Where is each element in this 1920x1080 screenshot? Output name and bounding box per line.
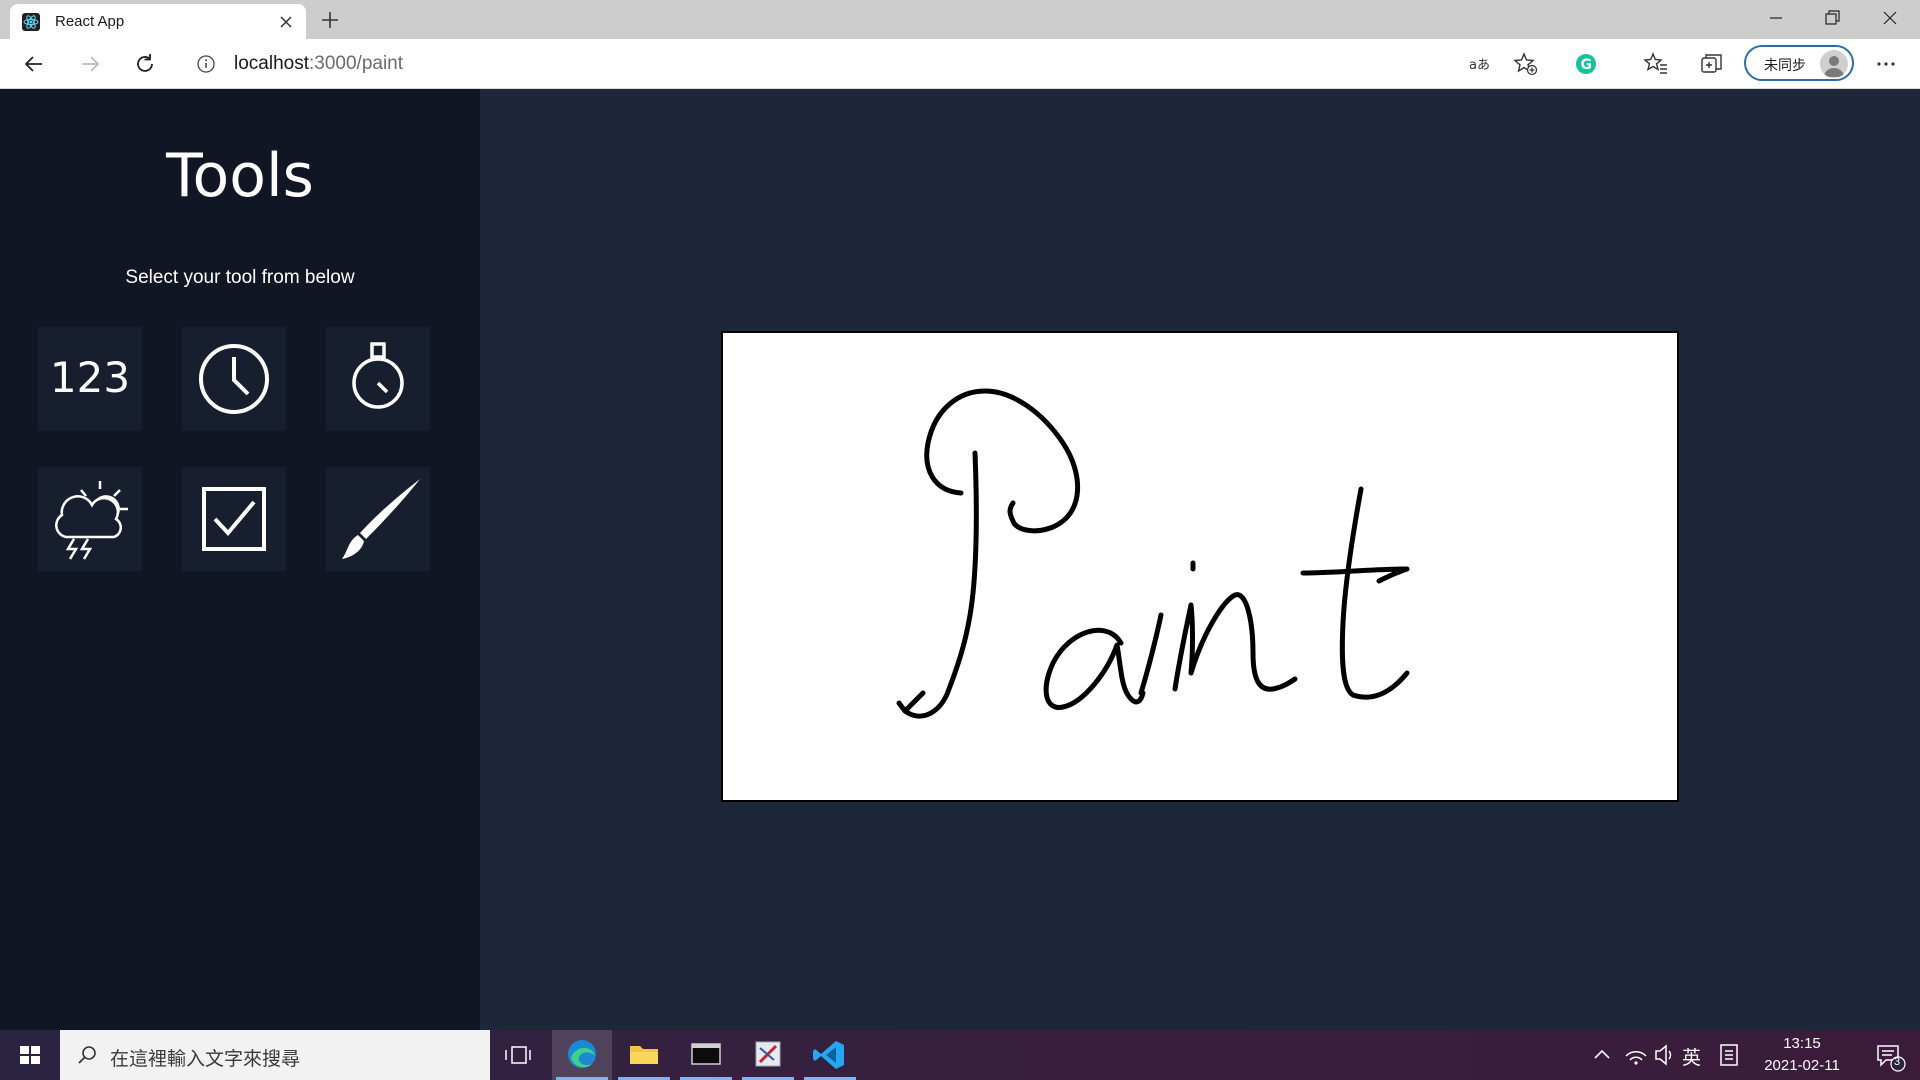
terminal-icon [691, 1043, 721, 1065]
drawing-strokes [896, 388, 1410, 719]
volume-icon[interactable] [1652, 1030, 1678, 1080]
stroke-i [1138, 612, 1164, 696]
tool-paint[interactable] [326, 467, 430, 571]
counter-icon: 123 [49, 353, 131, 402]
avatar [1820, 50, 1848, 78]
windows-start-icon[interactable] [0, 1030, 60, 1080]
profile-sync-label: 未同步 [1764, 57, 1806, 73]
task-view-icon[interactable] [490, 1030, 550, 1080]
tool-todo[interactable] [182, 467, 286, 571]
search-icon [78, 1046, 96, 1064]
stroke-t-stem [1339, 486, 1410, 700]
url-text: localhost:3000/paint [234, 53, 404, 74]
react-logo-icon [22, 13, 40, 31]
search-placeholder: 在這裡輸入文字來搜尋 [110, 1048, 301, 1070]
clock-icon [199, 344, 269, 414]
stroke-t-bar [1300, 566, 1410, 584]
add-favorite-icon[interactable] [1512, 50, 1540, 78]
stroke-a [1043, 627, 1146, 710]
taskbar-app-explorer[interactable] [614, 1030, 674, 1080]
tool-clock[interactable] [182, 327, 286, 431]
folder-icon [630, 1046, 658, 1064]
tool-weather[interactable] [38, 467, 142, 571]
forward-arrow-icon[interactable] [76, 50, 104, 78]
tool-stopwatch[interactable] [326, 327, 430, 431]
notification-center[interactable]: 3 [1864, 1030, 1920, 1080]
brush-icon [342, 479, 420, 559]
browser-tab-strip: React App [0, 0, 1920, 39]
page-title: Tools [166, 141, 314, 211]
main-area [480, 89, 1920, 1030]
taskbar-search[interactable]: 在這裡輸入文字來搜尋 [60, 1030, 490, 1080]
refresh-icon[interactable] [131, 50, 159, 78]
stroke-p-loop [924, 388, 1081, 534]
profile-button[interactable]: 未同步 [1744, 45, 1854, 81]
svg-text:aあ: aあ [1469, 58, 1490, 73]
restore-icon[interactable] [1820, 6, 1844, 30]
stroke-p-stem [896, 450, 979, 719]
grammarly-icon[interactable]: G [1572, 50, 1600, 78]
new-tab-icon[interactable] [318, 8, 342, 32]
checkbox-icon [202, 487, 266, 551]
windows-taskbar: 在這裡輸入文字來搜尋 英 13:15 2021-02-11 3 [0, 1030, 1920, 1080]
snipping-tool-icon [755, 1041, 781, 1067]
minimize-icon[interactable] [1764, 6, 1788, 30]
paint-canvas[interactable] [721, 331, 1679, 802]
weather-storm-icon [55, 481, 128, 560]
stroke-n [1172, 592, 1298, 692]
tools-subtitle: Select your tool from below [125, 267, 355, 288]
show-hidden-icons-icon[interactable] [1590, 1030, 1614, 1080]
browser-tab[interactable]: React App [10, 4, 306, 39]
tools-sidebar: Tools Select your tool from below 123 [0, 89, 480, 1030]
wifi-icon[interactable] [1622, 1030, 1650, 1080]
favorites-icon[interactable] [1642, 50, 1670, 78]
tool-counter[interactable]: 123 [38, 327, 142, 431]
svg-text:G: G [1581, 57, 1593, 73]
taskbar-app-edge[interactable] [552, 1030, 612, 1080]
close-window-icon[interactable] [1878, 6, 1902, 30]
site-info-icon[interactable] [196, 54, 216, 74]
clock-time[interactable]: 13:15 [1760, 1035, 1844, 1052]
taskbar-app-vscode[interactable] [800, 1030, 860, 1080]
collections-icon[interactable] [1698, 50, 1726, 78]
user-icon [1824, 56, 1844, 77]
stopwatch-icon [352, 342, 404, 409]
address-bar[interactable]: localhost:3000/paint [180, 44, 1550, 82]
taskbar-app-terminal[interactable] [676, 1030, 736, 1080]
notification-icon [1877, 1045, 1906, 1072]
tab-title: React App [55, 13, 125, 30]
browser-toolbar: localhost:3000/paint aあ G 未同步 [0, 39, 1920, 89]
translate-icon[interactable]: aあ [1466, 50, 1494, 78]
notification-count: 3 [1894, 1056, 1901, 1068]
input-method-indicator[interactable]: 英 [1682, 1043, 1701, 1070]
back-arrow-icon[interactable] [20, 50, 48, 78]
clock-date[interactable]: 2021-02-11 [1754, 1057, 1850, 1074]
close-tab-icon[interactable] [276, 12, 296, 32]
edge-icon [568, 1040, 596, 1068]
more-options-icon[interactable] [1872, 50, 1900, 78]
vscode-icon [813, 1041, 844, 1069]
ime-mode-icon[interactable] [1716, 1030, 1742, 1080]
taskbar-app-snipping[interactable] [738, 1030, 798, 1080]
